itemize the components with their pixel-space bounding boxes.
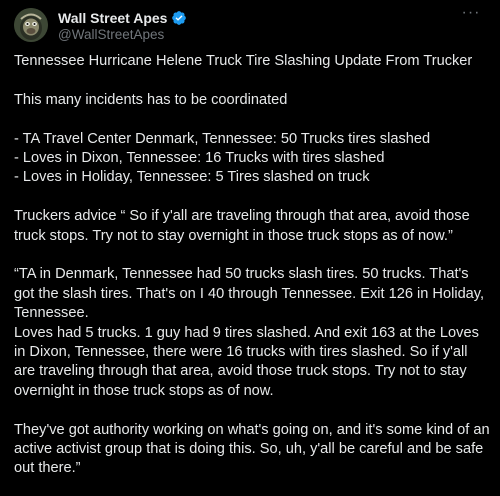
tweet-paragraph: Truckers advice “ So if y'all are travel…	[14, 208, 470, 244]
author-info: Wall Street Apes @WallStreetApes	[58, 9, 187, 42]
display-name-row: Wall Street Apes	[58, 9, 187, 26]
display-name[interactable]: Wall Street Apes	[58, 10, 167, 26]
more-options-icon[interactable]: ···	[460, 5, 482, 26]
tweet: Wall Street Apes @WallStreetApes ··· Ten…	[0, 0, 500, 496]
quote-paragraph: “TA in Denmark, Tennessee had 50 trucks …	[14, 266, 485, 322]
tweet-header: Wall Street Apes @WallStreetApes ···	[14, 5, 486, 42]
list-item: - TA Travel Center Denmark, Tennessee: 5…	[14, 130, 431, 147]
list-item: - Loves in Dixon, Tennessee: 16 Trucks w…	[14, 150, 385, 166]
tweet-title: Tennessee Hurricane Helene Truck Tire Sl…	[14, 53, 473, 69]
tweet-paragraph: They've got authority working on what's …	[14, 421, 490, 477]
author-handle[interactable]: @WallStreetApes	[58, 27, 187, 42]
quote-paragraph: Loves had 5 trucks. 1 guy had 9 tires sl…	[14, 324, 479, 399]
tweet-paragraph: This many incidents has to be coordinate…	[14, 91, 288, 108]
list-item: - Loves in Holiday, Tennessee: 5 Tires s…	[14, 169, 370, 186]
ape-avatar-icon	[14, 8, 48, 42]
avatar[interactable]	[14, 8, 48, 42]
tweet-text: Tennessee Hurricane Helene Truck Tire Sl…	[14, 52, 490, 479]
verified-badge-icon[interactable]	[171, 10, 187, 26]
